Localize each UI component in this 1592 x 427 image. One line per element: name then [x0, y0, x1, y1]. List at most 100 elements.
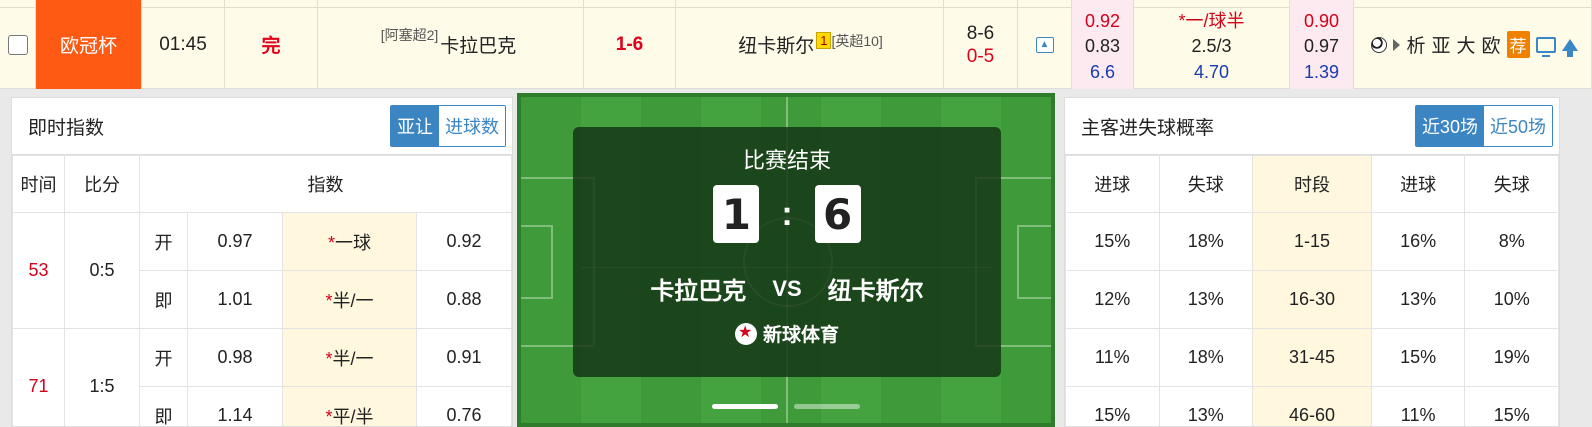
carousel-dot-2[interactable]: [794, 404, 860, 409]
row-handicap-cell: *半/一: [282, 270, 417, 329]
teams-line: 卡拉巴克 VS 纽卡斯尔: [573, 271, 1001, 306]
vs-label: VS: [772, 275, 802, 301]
row-handicap: 平/半: [332, 406, 374, 427]
live-index-header: 即时指数 亚让 进球数: [12, 98, 512, 155]
goal-prob-panel: 主客进失球概率 近30场 近50场 进球 失球 时段 进球 失球 15% 18%…: [1064, 97, 1560, 427]
cell-value: 13%: [1370, 270, 1466, 329]
match-score[interactable]: 1-6: [584, 0, 676, 89]
row-away-odds: 0.88: [416, 270, 512, 329]
cell-value: 11%: [1065, 328, 1160, 387]
header-period: 时段: [1252, 155, 1372, 213]
live-index-table: 时间 比分 指数 53 0:5 开 0.97 *一球 0.92 即 1.01 *…: [12, 155, 512, 427]
odds-value: 0.97: [1303, 36, 1340, 57]
cell-value: 11%: [1370, 386, 1466, 426]
row-handicap-cell: *半/一: [282, 328, 417, 387]
expand-cell[interactable]: ▲: [1018, 0, 1072, 89]
table-row: 12% 13% 16-30 13% 10%: [1065, 270, 1559, 329]
match-checkbox[interactable]: [7, 34, 28, 55]
handicap-star: *: [325, 290, 333, 311]
cell-period: 16-30: [1252, 270, 1372, 329]
row-home-odds: 1.01: [187, 270, 283, 329]
half-time-score: 0-5: [966, 45, 995, 67]
cell-value: 18%: [1158, 328, 1254, 387]
link-euro[interactable]: 欧: [1482, 31, 1501, 58]
scoreboard-card: 比赛结束 1 : 6 卡拉巴克 VS 纽卡斯尔 新球体育: [573, 127, 1001, 377]
link-analysis[interactable]: 析: [1406, 31, 1425, 58]
expand-up-icon[interactable]: ▲: [1035, 36, 1054, 53]
cell-value: 15%: [1065, 212, 1160, 271]
cell-value: 15%: [1065, 386, 1160, 426]
tab-goals[interactable]: 进球数: [439, 106, 505, 146]
up-arrow-icon[interactable]: [1561, 38, 1578, 57]
away-rank: [英超10]: [831, 32, 883, 49]
odds-value: 6.6: [1089, 62, 1116, 83]
home-team-name[interactable]: 卡拉巴克: [440, 31, 516, 58]
match-links: 析 亚 大 欧 荐: [1354, 0, 1592, 89]
match-time: 01:45: [142, 0, 225, 89]
tab-last-50[interactable]: 近50场: [1483, 106, 1552, 146]
tab-last-30[interactable]: 近30场: [1415, 106, 1484, 146]
header-away-conceded: 失球: [1464, 155, 1559, 213]
handicap-star: *: [325, 348, 333, 369]
table-row: 71 1:5 开 0.98 *半/一 0.91: [12, 328, 512, 426]
link-total[interactable]: 大: [1457, 31, 1476, 58]
tv-icon[interactable]: [1535, 36, 1556, 57]
play-arrow-icon[interactable]: [1393, 38, 1401, 51]
header-away-scored: 进球: [1370, 155, 1466, 213]
row-score: 1:5: [64, 328, 140, 426]
pitch-scoreboard[interactable]: 比赛结束 1 : 6 卡拉巴克 VS 纽卡斯尔 新球体育: [517, 93, 1055, 427]
row-away-odds: 0.92: [416, 212, 512, 271]
row-handicap-cell: *一球: [282, 212, 417, 271]
recommend-badge[interactable]: 荐: [1506, 31, 1530, 58]
row-home-odds: 0.98: [187, 328, 283, 387]
header-score: 比分: [64, 155, 140, 213]
row-label: 开: [139, 212, 188, 271]
carousel-indicator: [521, 404, 1051, 409]
link-asian[interactable]: 亚: [1431, 31, 1450, 58]
match-status: 完: [225, 0, 318, 89]
star-ball-icon: [734, 322, 757, 345]
table-row: 11% 18% 31-45 15% 19%: [1065, 328, 1559, 387]
tab-asian-handicap[interactable]: 亚让: [391, 106, 439, 146]
goal-prob-table: 进球 失球 时段 进球 失球 15% 18% 1-15 16% 8% 12% 1…: [1065, 155, 1559, 426]
league-name[interactable]: 欧冠杯: [36, 0, 142, 89]
goal-prob-title: 主客进失球概率: [1081, 117, 1215, 139]
row-away-odds: 0.91: [416, 328, 512, 387]
carousel-dot-1[interactable]: [712, 404, 778, 409]
odds-column-2[interactable]: *一/球半 2.5/3 4.70: [1134, 0, 1290, 89]
cell-value: 8%: [1464, 212, 1559, 271]
cell-value: 18%: [1158, 212, 1254, 271]
odds-value: 0.92: [1084, 10, 1121, 31]
cell-period: 31-45: [1252, 328, 1372, 387]
odds-column-3[interactable]: 0.90 0.97 1.39: [1290, 0, 1354, 89]
row-home-odds: 0.97: [187, 212, 283, 271]
row-handicap: 半/一: [332, 290, 374, 311]
odds-handicap: *一/球半: [1178, 10, 1245, 31]
row-time: 71: [12, 328, 65, 426]
scoreboard-away-team: 纽卡斯尔: [827, 278, 924, 305]
row-time: 53: [12, 212, 65, 329]
home-team-cell[interactable]: [阿塞超2] 卡拉巴克: [318, 0, 584, 89]
table-header-row: 时间 比分 指数: [12, 155, 512, 213]
header-home-conceded: 失球: [1158, 155, 1254, 213]
row-label: 开: [139, 328, 188, 387]
odds-column-1[interactable]: 0.92 0.83 6.6: [1072, 0, 1134, 89]
row-handicap-cell: *平/半: [282, 386, 417, 427]
table-row: 53 0:5 开 0.97 *一球 0.92: [12, 212, 512, 329]
match-checkbox-cell[interactable]: [0, 0, 36, 89]
live-index-title: 即时指数: [28, 117, 105, 139]
goal-prob-header: 主客进失球概率 近30场 近50场: [1065, 98, 1559, 155]
match-end-status: 比赛结束: [742, 148, 831, 173]
scoreboard-home-team: 卡拉巴克: [650, 278, 747, 305]
odds-value: 0.90: [1303, 10, 1340, 31]
cell-period: 1-15: [1252, 212, 1372, 271]
ball-icon[interactable]: [1371, 36, 1388, 53]
away-team-name[interactable]: 纽卡斯尔: [738, 31, 814, 58]
match-row[interactable]: 欧冠杯 01:45 完 [阿塞超2] 卡拉巴克 1-6 纽卡斯尔 1 [英超10…: [0, 0, 1592, 89]
odds-draw: 4.70: [1193, 62, 1230, 83]
header-home-scored: 进球: [1065, 155, 1160, 213]
header-index: 指数: [139, 155, 512, 213]
away-team-cell[interactable]: 纽卡斯尔 1 [英超10]: [676, 0, 944, 89]
handicap-star: *: [325, 406, 333, 427]
cell-value: 12%: [1065, 270, 1160, 329]
